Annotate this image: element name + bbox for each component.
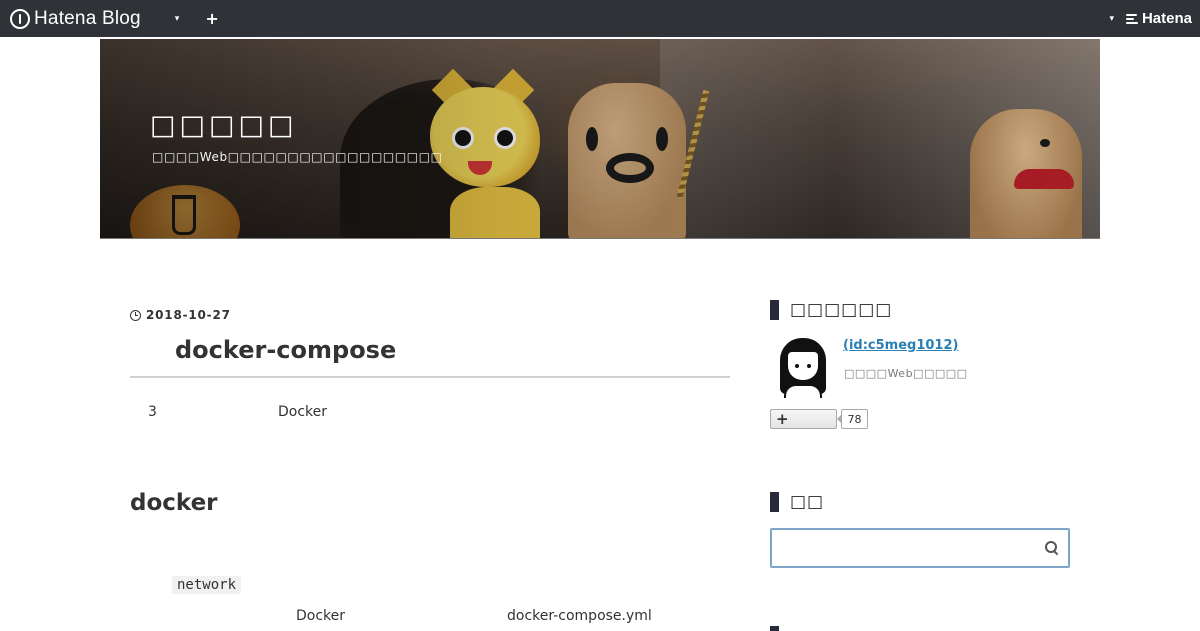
search-icon[interactable] bbox=[1045, 541, 1058, 554]
search-form bbox=[770, 528, 1070, 568]
entry-date-row: 2018-10-27 bbox=[130, 308, 730, 322]
blog-title[interactable]: □□□□□ bbox=[150, 110, 298, 141]
new-entry-plus-icon[interactable]: + bbox=[205, 9, 218, 28]
user-menu-dropdown-icon[interactable]: ▾ bbox=[1109, 14, 1114, 24]
hatena-icon bbox=[1125, 13, 1139, 24]
profile-module-title-text: □□□□□□ bbox=[790, 300, 893, 320]
body-text-compose-yml: docker-compose.yml bbox=[507, 608, 652, 624]
hatena-blog-home-link[interactable]: Hatena Blog bbox=[10, 8, 141, 30]
inline-code-network: network bbox=[172, 576, 242, 594]
search-module-title-text: □□ bbox=[790, 492, 825, 512]
profile-description: □□□□Web□□□□□ bbox=[844, 367, 968, 380]
intro-number: 3 bbox=[148, 404, 157, 420]
section-heading: docker bbox=[130, 490, 218, 516]
profile-id-link[interactable]: (id:c5meg1012) bbox=[843, 338, 958, 353]
body-text-docker: Docker bbox=[296, 608, 346, 624]
module-title-bar bbox=[770, 300, 779, 320]
profile-card: (id:c5meg1012) □□□□Web□□□□□ + 78 bbox=[770, 336, 1070, 436]
entry-date-link[interactable]: 2018-10-27 bbox=[146, 308, 231, 322]
follow-row: + 78 bbox=[770, 409, 868, 429]
plus-icon: + bbox=[776, 409, 789, 428]
follower-count[interactable]: 78 bbox=[837, 409, 868, 429]
user-area: ▾ Hatena bbox=[1109, 10, 1192, 27]
intro-docker-word: Docker bbox=[278, 404, 328, 420]
profile-module-title: □□□□□□ bbox=[770, 300, 1070, 320]
entry-title[interactable]: docker-compose bbox=[130, 336, 730, 378]
profile-module: □□□□□□ (id:c5meg1012) □□□□Web□□□□□ + 78 bbox=[770, 300, 1070, 436]
search-module: □□ bbox=[770, 492, 1070, 568]
hatena-label: Hatena bbox=[1141, 10, 1192, 27]
avatar[interactable] bbox=[774, 336, 832, 398]
module-title-bar bbox=[770, 492, 779, 512]
blog-description: □□□□Web□□□□□□□□□□□□□□□□□□ bbox=[152, 150, 443, 164]
entry-article: 2018-10-27 docker-compose 3 Docker docke… bbox=[130, 300, 730, 624]
hatena-link[interactable]: Hatena bbox=[1125, 10, 1192, 27]
clock-icon bbox=[130, 309, 141, 321]
brand-label: Hatena Blog bbox=[34, 7, 141, 29]
global-header: Hatena Blog ▾ + ▾ Hatena bbox=[0, 0, 1200, 37]
search-input[interactable] bbox=[772, 530, 1032, 566]
sidebar: □□□□□□ (id:c5meg1012) □□□□Web□□□□□ + 78 … bbox=[770, 300, 1070, 631]
entry-intro: 3 Docker bbox=[130, 404, 730, 434]
hatena-blog-logo-icon bbox=[10, 8, 30, 29]
next-module-title-bar bbox=[770, 626, 779, 631]
follow-button[interactable]: + bbox=[770, 409, 837, 429]
search-module-title: □□ bbox=[770, 492, 824, 512]
blog-menu-dropdown-icon[interactable]: ▾ bbox=[175, 14, 180, 24]
